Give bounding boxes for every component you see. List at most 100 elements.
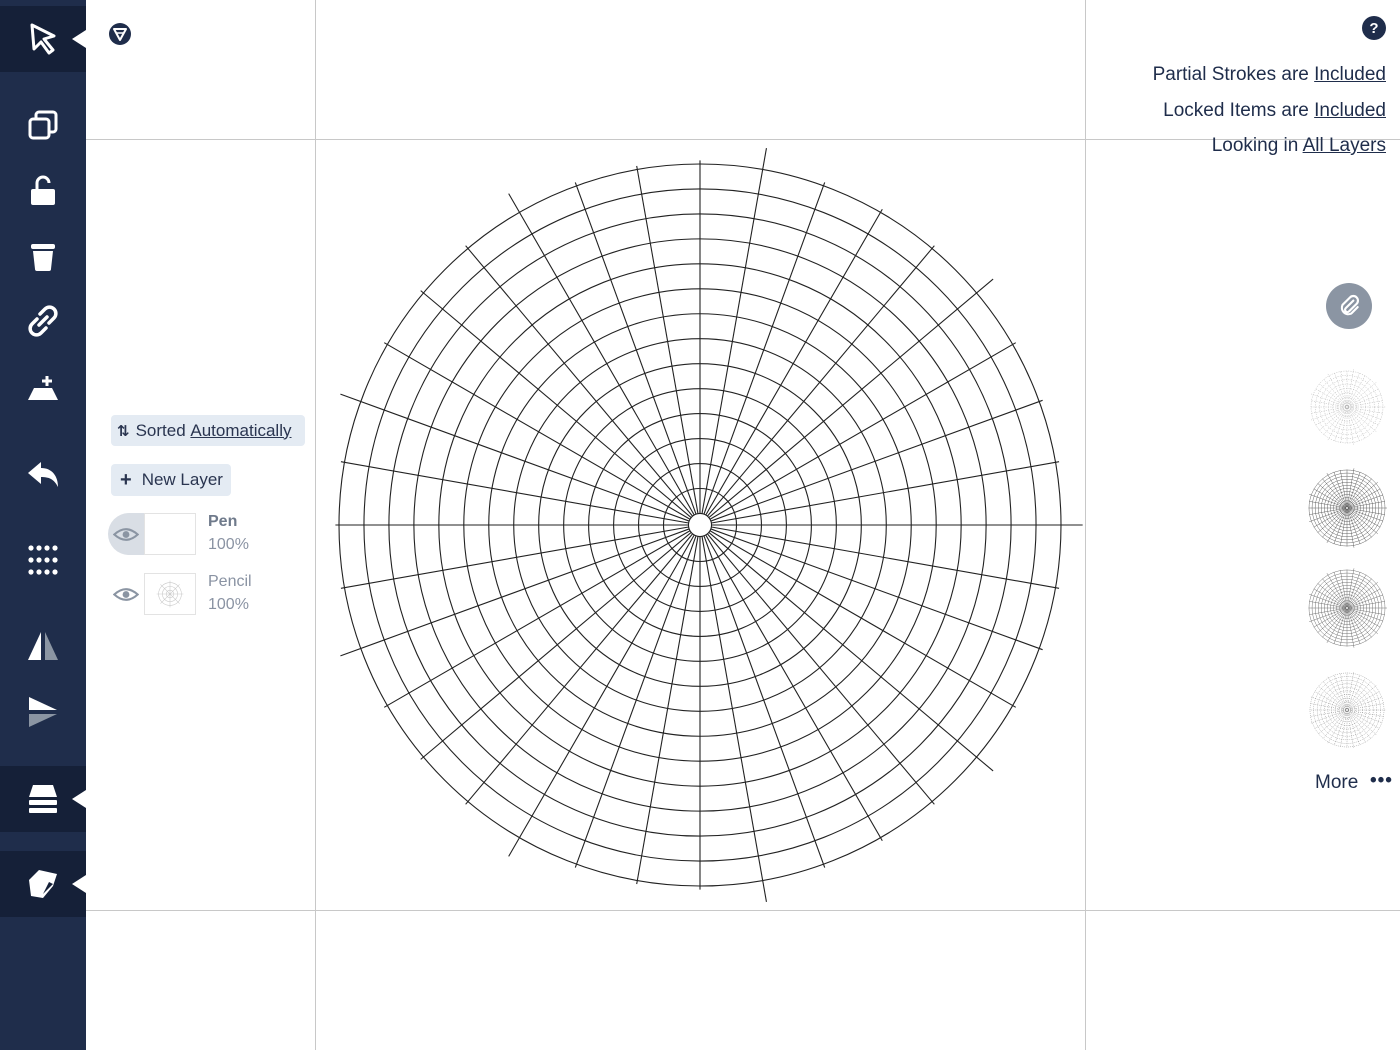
spoke-stroke — [1348, 710, 1382, 722]
locked-items-label: Locked Items are — [1163, 100, 1314, 121]
spoke-stroke — [1324, 408, 1347, 435]
unlock-icon — [25, 173, 61, 209]
guide-line-bottom — [86, 910, 1400, 911]
dot-grid-icon — [25, 542, 61, 578]
visibility-eye-icon[interactable] — [108, 573, 144, 615]
spoke-stroke — [1341, 408, 1347, 443]
partial-strokes-value[interactable]: Included — [1314, 64, 1386, 85]
spoke-stroke — [1347, 671, 1354, 708]
spoke-stroke — [1348, 710, 1384, 716]
spoke-stroke — [1348, 395, 1381, 407]
sort-layers-button[interactable]: ⇅ Sorted Automatically — [111, 415, 305, 446]
shape-tool[interactable] — [0, 851, 86, 917]
ring-stroke — [1315, 375, 1378, 438]
sort-value: Automatically — [190, 421, 291, 441]
more-presets-button[interactable]: More — [1315, 772, 1358, 794]
left-toolbar — [0, 0, 86, 1050]
spoke-stroke — [1347, 373, 1359, 406]
polar-grid-drawing[interactable] — [315, 140, 1085, 910]
grid-strokes — [1310, 671, 1387, 748]
duplicate-tool[interactable] — [0, 93, 86, 159]
layer-name: Pencil — [208, 573, 252, 591]
partial-strokes-label: Partial Strokes are — [1153, 64, 1315, 85]
spoke-stroke — [711, 462, 1059, 523]
more-dots-icon[interactable]: ••• — [1370, 770, 1393, 792]
layers-stack-icon — [25, 781, 61, 817]
help-icon[interactable]: ? — [1362, 16, 1386, 40]
spoke-stroke — [1347, 711, 1359, 745]
spoke-stroke — [1319, 408, 1346, 431]
looking-in-value[interactable]: All Layers — [1303, 135, 1386, 156]
spoke-stroke — [1348, 704, 1384, 710]
locked-items-setting[interactable]: Locked Items are Included — [1163, 100, 1386, 122]
spoke-stroke — [1335, 373, 1347, 406]
looking-in-setting[interactable]: Looking in All Layers — [1212, 135, 1386, 157]
delete-tool[interactable] — [0, 223, 86, 289]
spoke-stroke — [1347, 408, 1359, 441]
partial-strokes-setting[interactable]: Partial Strokes are Included — [1153, 64, 1386, 86]
unlink-tool[interactable] — [0, 288, 86, 354]
spoke-stroke — [1341, 371, 1347, 406]
spoke-stroke — [702, 148, 766, 513]
grid-strokes — [335, 148, 1082, 902]
ring-stroke — [688, 513, 711, 536]
spoke-stroke — [1319, 384, 1346, 407]
layers-tool[interactable] — [0, 766, 86, 832]
spoke-stroke — [1334, 675, 1346, 709]
paperclip-icon — [1336, 293, 1362, 319]
preset-thumbnail[interactable] — [1307, 468, 1387, 548]
locked-items-value[interactable]: Included — [1314, 100, 1386, 121]
spoke-stroke — [341, 527, 689, 588]
ring-stroke — [1346, 507, 1348, 509]
ring-stroke — [1317, 680, 1377, 740]
spoke-stroke — [702, 536, 766, 901]
flip-horizontal-tool[interactable] — [0, 613, 86, 679]
spoke-stroke — [1348, 711, 1371, 739]
spoke-stroke — [1348, 408, 1371, 435]
select-tool[interactable] — [0, 6, 86, 72]
spoke-stroke — [711, 527, 1059, 588]
spoke-stroke — [1335, 408, 1347, 441]
flip-vertical-icon — [25, 694, 61, 730]
layer-row-pen[interactable]: Pen 100% — [108, 513, 308, 563]
visibility-eye-icon[interactable] — [108, 513, 144, 555]
spoke-stroke — [711, 400, 1043, 521]
layer-row-pencil[interactable]: Pencil 100% — [108, 573, 308, 623]
spoke-stroke — [1311, 407, 1346, 413]
grid-tool[interactable] — [0, 527, 86, 593]
spoke-stroke — [1324, 379, 1347, 406]
flip-horizontal-icon — [25, 628, 61, 664]
spoke-stroke — [637, 536, 698, 884]
spoke-stroke — [466, 534, 693, 804]
shape-pen-icon — [25, 866, 61, 902]
ring-stroke — [1321, 684, 1374, 737]
ring-stroke — [1331, 694, 1362, 725]
preset-thumbnail[interactable] — [1307, 568, 1387, 648]
preset-thumbnail[interactable] — [1307, 670, 1387, 750]
grid-strokes — [1311, 369, 1386, 444]
layer-thumbnail — [144, 513, 196, 555]
spoke-stroke — [575, 182, 696, 514]
spoke-stroke — [707, 246, 934, 516]
spoke-stroke — [1341, 711, 1347, 747]
undo-tool[interactable] — [0, 442, 86, 508]
spoke-stroke — [707, 534, 934, 804]
layer-opacity: 100% — [208, 596, 249, 614]
spoke-stroke — [1347, 675, 1359, 709]
spoke-stroke — [1311, 401, 1346, 407]
spoke-stroke — [704, 536, 825, 868]
ring-stroke — [1346, 709, 1348, 711]
lock-tool[interactable] — [0, 158, 86, 224]
spoke-stroke — [704, 182, 825, 514]
plus-icon: + — [120, 469, 132, 492]
spoke-stroke — [1310, 710, 1346, 723]
attach-paperclip-button[interactable] — [1326, 283, 1372, 329]
flip-vertical-tool[interactable] — [0, 679, 86, 745]
filter-icon[interactable] — [108, 22, 132, 46]
new-layer-button[interactable]: + New Layer — [111, 464, 231, 496]
preset-thumbnail[interactable] — [1307, 367, 1387, 447]
spoke-stroke — [637, 166, 698, 514]
grid-strokes — [1309, 468, 1387, 547]
add-object-tool[interactable] — [0, 355, 86, 421]
sort-arrows-icon: ⇅ — [117, 422, 130, 440]
